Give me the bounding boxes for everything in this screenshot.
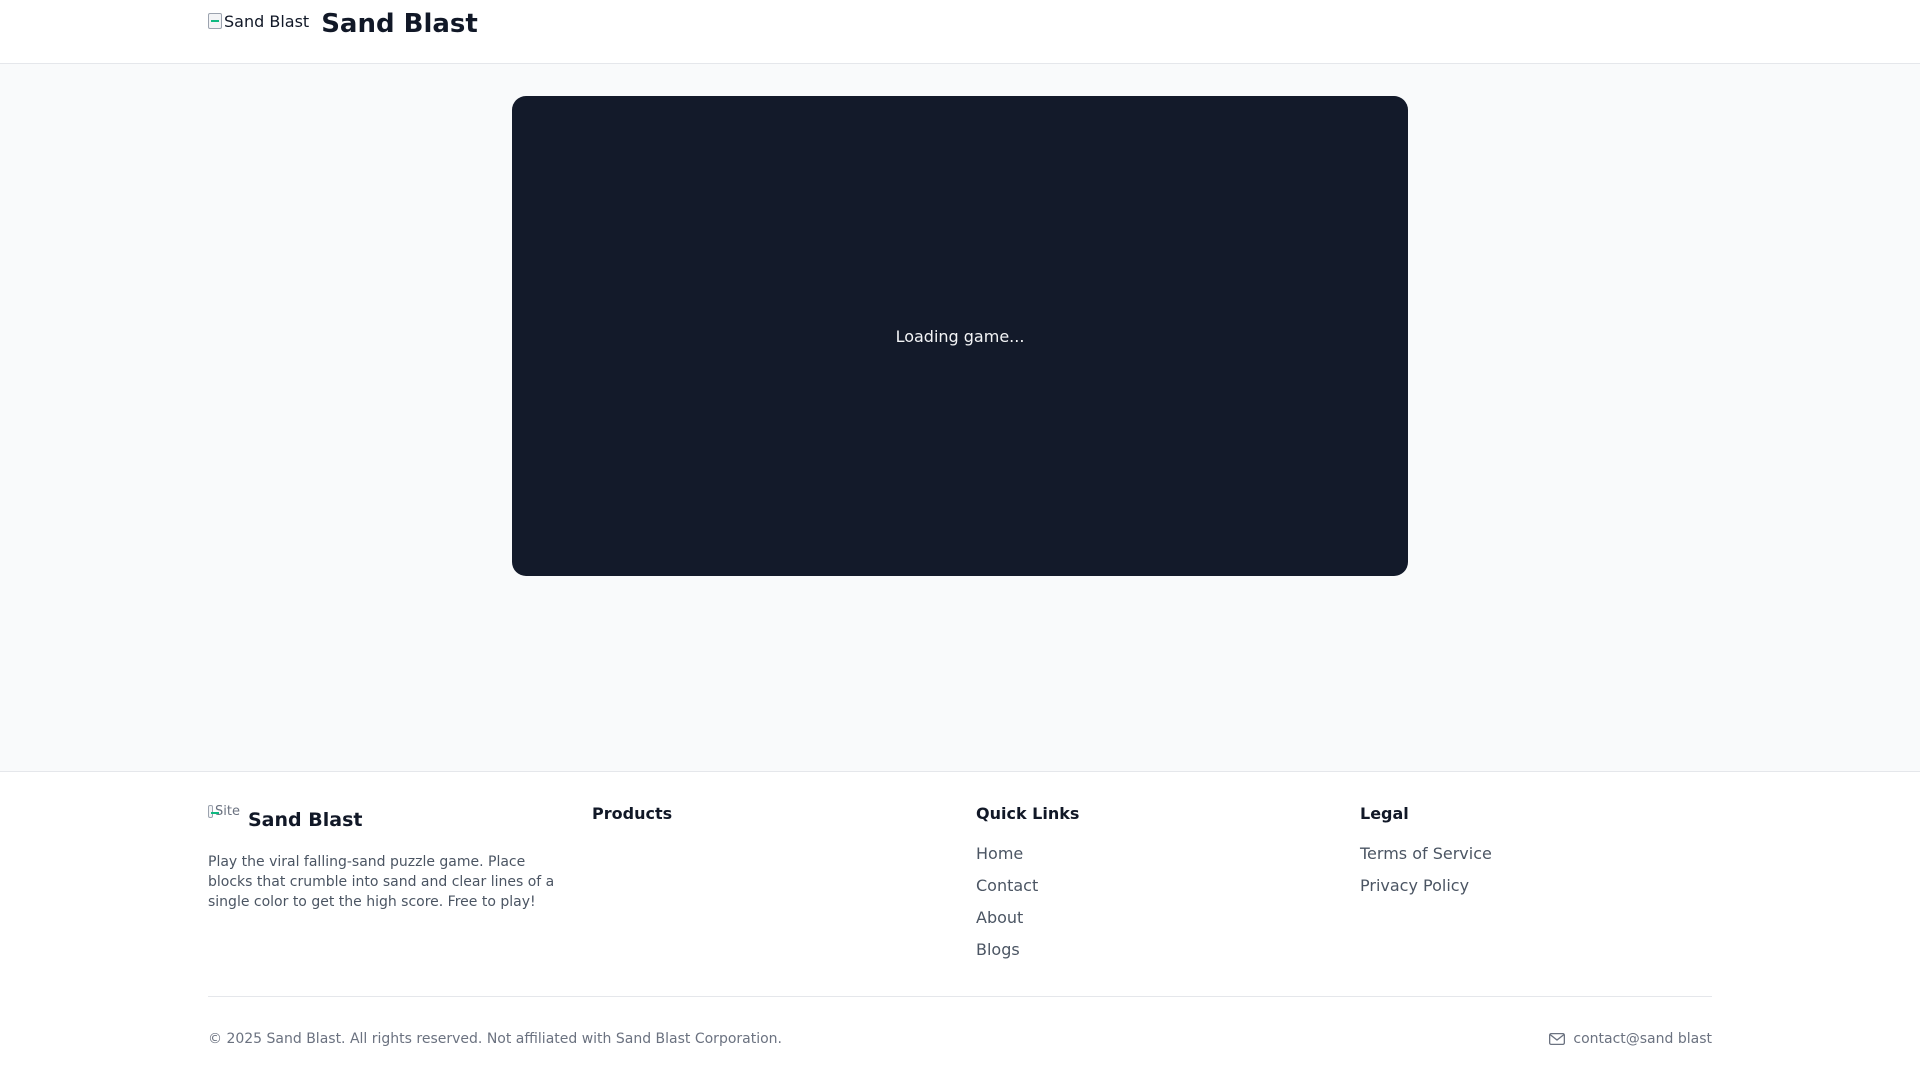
- about-nav-link[interactable]: About: [976, 908, 1023, 927]
- footer-divider: [208, 996, 1712, 997]
- list-item: Contact: [976, 876, 1276, 908]
- blogs-nav-link[interactable]: Blogs: [976, 940, 1020, 959]
- site-title: Sand Blast: [321, 9, 478, 39]
- broken-image-icon: [208, 13, 222, 29]
- site-footer: Site Sand Blast Play the viral falling-s…: [0, 771, 1920, 1080]
- list-item: Terms of Service: [1360, 844, 1660, 876]
- site-header: Sand Blast Sand Blast: [0, 0, 1920, 64]
- contact-email: contact@sand blast: [1573, 1031, 1712, 1047]
- footer-site-title: Sand Blast: [248, 809, 363, 831]
- home-link[interactable]: Sand Blast Sand Blast: [208, 9, 478, 52]
- mail-icon: [1549, 1033, 1566, 1045]
- loading-message: Loading game...: [895, 326, 1025, 346]
- footer-legal: Legal Terms of Service Privacy Policy: [1360, 804, 1660, 908]
- footer-about: Site Sand Blast Play the viral falling-s…: [208, 804, 568, 912]
- legal-list: Terms of Service Privacy Policy: [1360, 844, 1660, 908]
- list-item: About: [976, 908, 1276, 940]
- logo-alt-text: Sand Blast: [224, 12, 310, 31]
- footer-brand: Site Sand Blast: [208, 804, 568, 836]
- footer-products: Products: [592, 804, 892, 844]
- terms-link[interactable]: Terms of Service: [1360, 844, 1492, 863]
- broken-image-icon: [208, 805, 220, 818]
- home-nav-link[interactable]: Home: [976, 844, 1023, 863]
- contact-email-link[interactable]: contact@sand blast: [1549, 1029, 1712, 1049]
- legal-heading: Legal: [1360, 804, 1409, 823]
- list-item: Home: [976, 844, 1276, 876]
- privacy-link[interactable]: Privacy Policy: [1360, 876, 1469, 895]
- quick-links-heading: Quick Links: [976, 804, 1080, 823]
- site-logo: Sand Blast: [208, 12, 309, 52]
- footer-logo: Site: [208, 804, 240, 836]
- quick-links-list: Home Contact About Blogs: [976, 844, 1276, 972]
- game-canvas[interactable]: Loading game...: [512, 96, 1408, 576]
- products-heading: Products: [592, 804, 673, 823]
- footer-description: Play the viral falling-sand puzzle game.…: [208, 854, 555, 910]
- list-item: Blogs: [976, 940, 1276, 972]
- list-item: Privacy Policy: [1360, 876, 1660, 908]
- contact-nav-link[interactable]: Contact: [976, 876, 1038, 895]
- footer-quick-links: Quick Links Home Contact About Blogs: [976, 804, 1276, 972]
- copyright-text: © 2025 Sand Blast. All rights reserved. …: [208, 1031, 782, 1047]
- footer-inner: Site Sand Blast Play the viral falling-s…: [208, 772, 1712, 1080]
